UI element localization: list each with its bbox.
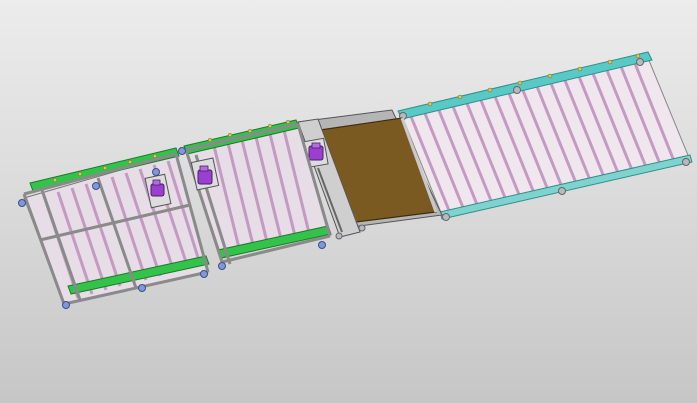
- conveyor-assembly-model[interactable]: [0, 0, 697, 403]
- roller-conveyor-section-1[interactable]: [18, 147, 210, 309]
- long-roller-conveyor[interactable]: [397, 51, 693, 221]
- drive-motor-icon: [308, 142, 324, 161]
- cad-viewport[interactable]: [0, 0, 697, 403]
